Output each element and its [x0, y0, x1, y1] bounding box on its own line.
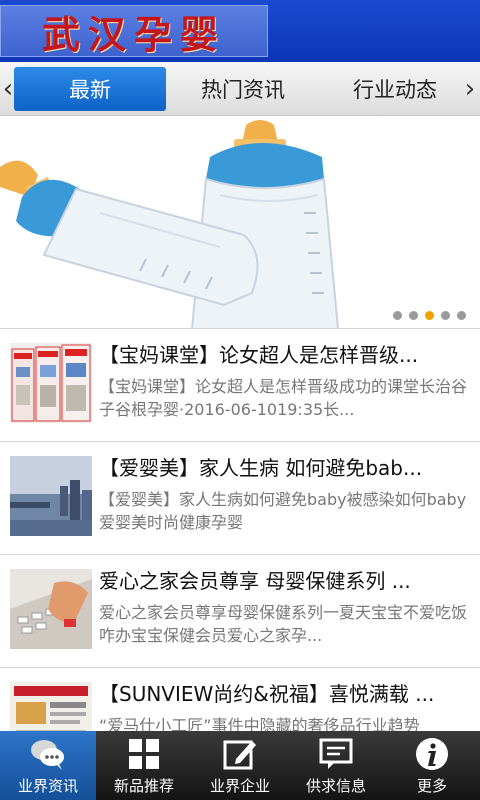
- edit-icon: [223, 740, 256, 770]
- tab-label: 行业动态: [353, 78, 437, 102]
- carousel-indicators: [393, 311, 466, 320]
- carousel-dot[interactable]: [409, 311, 418, 320]
- news-item[interactable]: 【宝妈课堂】论女超人是怎样晋级... 【宝妈课堂】论女超人是怎样晋级成功的课堂长…: [0, 328, 480, 441]
- nav-enterprises[interactable]: 业界企业: [192, 731, 288, 800]
- nav-label: 新品推荐: [113, 777, 174, 795]
- carousel-dot-active[interactable]: [425, 311, 434, 320]
- news-title: 【宝妈课堂】论女超人是怎样晋级...: [99, 343, 419, 367]
- info-icon: [416, 738, 448, 770]
- tab-label: 最新: [69, 78, 111, 102]
- nav-supply-demand[interactable]: 供求信息: [288, 731, 384, 800]
- nav-industry-news[interactable]: 业界资讯: [0, 731, 96, 800]
- news-title: 【SUNVIEW尚约&祝福】喜悦满载 ...: [99, 682, 435, 706]
- chat-bubbles-icon: [31, 740, 64, 770]
- news-item[interactable]: 【SUNVIEW尚约&祝福】喜悦满载 ... “爱马仕小工匠”事件中隐藏的奢侈品…: [0, 667, 480, 731]
- carousel-dot[interactable]: [457, 311, 466, 320]
- news-thumbnail: [10, 343, 92, 423]
- nav-label: 更多: [416, 777, 447, 795]
- carousel-dot[interactable]: [393, 311, 402, 320]
- carousel-dot[interactable]: [441, 311, 450, 320]
- nav-label: 业界企业: [209, 777, 270, 795]
- news-title: 【爱婴美】家人生病 如何避免bab...: [99, 456, 423, 480]
- app-logo: 武汉孕婴: [0, 5, 268, 57]
- news-thumbnail: [10, 682, 92, 731]
- news-summary: 【宝妈课堂】论女超人是怎样晋级成功的课堂长治谷子谷根孕婴·2016-06-101…: [99, 377, 468, 419]
- logo-text: 武汉孕婴: [41, 11, 226, 57]
- news-title: 爱心之家会员尊享 母婴保健系列 ...: [99, 569, 411, 593]
- news-summary: “爱马仕小工匠”事件中隐藏的奢侈品行业趋势: [99, 716, 420, 731]
- banner-carousel[interactable]: [0, 117, 480, 328]
- message-icon: [319, 738, 353, 769]
- bottom-navigation: 业界资讯 新品推荐 业界企业 供求信息 更多: [0, 731, 480, 800]
- news-thumbnail: [10, 569, 92, 649]
- news-summary: 【爱婴美】家人生病如何避免baby被感染如何baby爱婴美时尚健康孕婴: [99, 490, 467, 532]
- tab-hot-news[interactable]: 热门资讯: [168, 67, 318, 111]
- grid-icon: [129, 739, 159, 769]
- category-tabs: ‹ 最新 热门资讯 行业动态 ›: [0, 62, 480, 116]
- nav-new-products[interactable]: 新品推荐: [96, 731, 192, 800]
- news-item[interactable]: 爱心之家会员尊享 母婴保健系列 ... 爱心之家会员尊享母婴保健系列一夏天宝宝不…: [0, 554, 480, 667]
- app-header: 武汉孕婴: [0, 0, 480, 62]
- news-summary: 爱心之家会员尊享母婴保健系列一夏天宝宝不爱吃饭咋办宝宝保健会员爱心之家孕...: [99, 603, 468, 645]
- nav-more[interactable]: 更多: [384, 731, 480, 800]
- tab-latest[interactable]: 最新: [14, 67, 166, 111]
- news-item[interactable]: 【爱婴美】家人生病 如何避免bab... 【爱婴美】家人生病如何避免baby被感…: [0, 441, 480, 554]
- news-list: 【宝妈课堂】论女超人是怎样晋级... 【宝妈课堂】论女超人是怎样晋级成功的课堂长…: [0, 328, 480, 731]
- nav-label: 供求信息: [305, 777, 366, 795]
- tab-label: 热门资讯: [201, 78, 285, 102]
- news-thumbnail: [10, 456, 92, 536]
- baby-bottles-image: [0, 120, 339, 328]
- tab-industry-news[interactable]: 行业动态: [320, 67, 470, 111]
- nav-label: 业界资讯: [17, 777, 78, 795]
- chevron-right-icon[interactable]: ›: [462, 75, 478, 103]
